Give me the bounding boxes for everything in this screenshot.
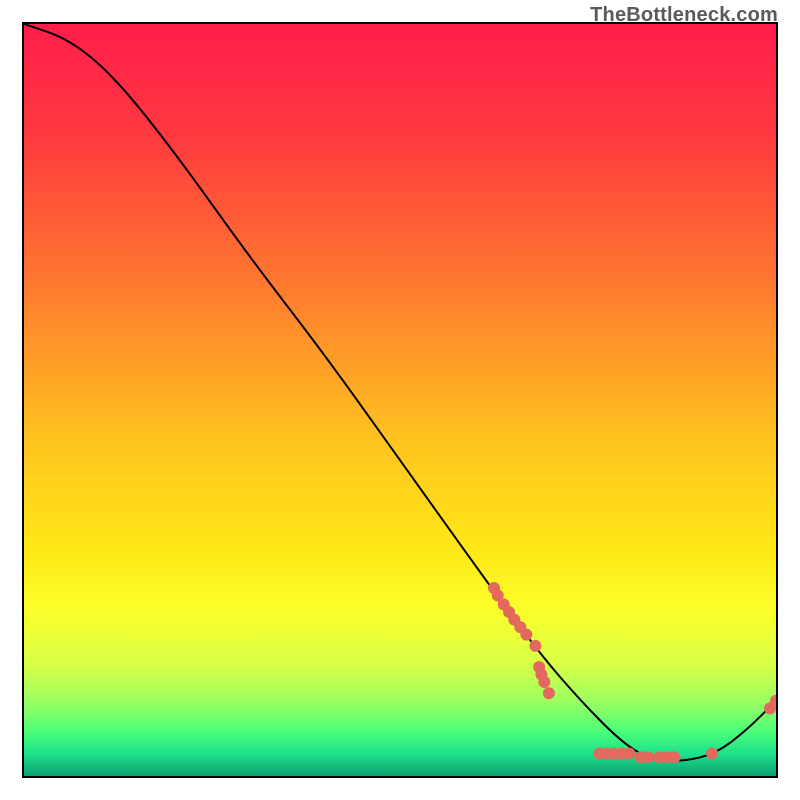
scatter-point [623,747,635,759]
chart-container: TheBottleneck.com [0,0,800,800]
scatter-point [642,751,654,763]
scatter-point [706,747,718,759]
scatter-point [520,629,532,641]
scatter-point [668,751,680,763]
chart-svg [24,24,776,776]
scatter-point [529,640,541,652]
scatter-point [543,687,555,699]
scatter-point [538,676,550,688]
plot-area [22,22,778,778]
background-gradient [24,24,776,776]
